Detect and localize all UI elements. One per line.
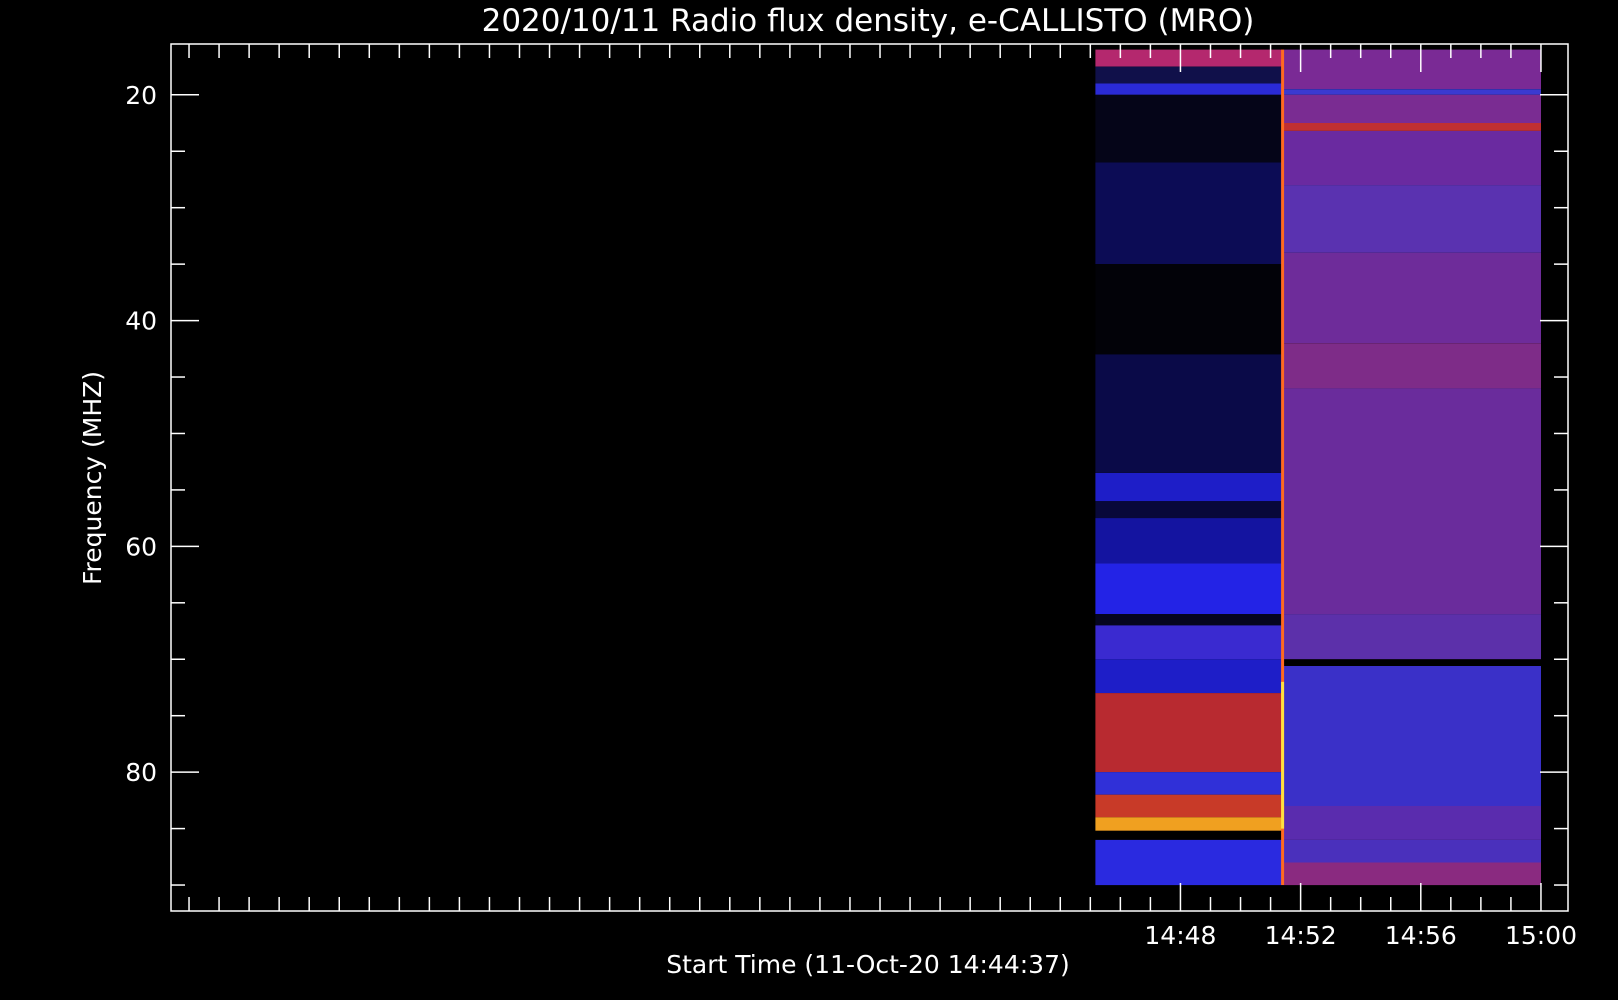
- band-early-9: [1095, 518, 1283, 564]
- chart-title: 2020/10/11 Radio flux density, e-CALLIST…: [482, 3, 1255, 39]
- band-early-18: [1095, 830, 1283, 840]
- band-early-6: [1095, 354, 1283, 473]
- band-early-4: [1095, 162, 1283, 265]
- band-early-1: [1095, 66, 1283, 84]
- band-early-16: [1095, 794, 1283, 818]
- band-early-10: [1095, 563, 1283, 615]
- band-early-7: [1095, 473, 1283, 502]
- band-late-3: [1282, 123, 1541, 131]
- band-early-14: [1095, 693, 1283, 773]
- heatmap-layer: [1095, 49, 1541, 886]
- band-late-6: [1282, 252, 1541, 344]
- band-early-15: [1095, 772, 1283, 795]
- band-early-11: [1095, 614, 1283, 626]
- band-late-12: [1282, 806, 1541, 840]
- band-late-5: [1282, 185, 1541, 253]
- band-late-8: [1282, 388, 1541, 615]
- band-early-2: [1095, 83, 1283, 95]
- band-early-8: [1095, 501, 1283, 519]
- x-tick-label: 15:00: [1505, 921, 1577, 950]
- y-tick-label: 80: [125, 758, 157, 787]
- band-early-17: [1095, 817, 1283, 831]
- band-late-10: [1282, 659, 1541, 667]
- band-late-9: [1282, 614, 1541, 660]
- band-late-7: [1282, 343, 1541, 389]
- y-tick-label: 20: [125, 81, 157, 110]
- band-late-14: [1282, 862, 1541, 886]
- band-early-12: [1095, 625, 1283, 660]
- band-late-11: [1282, 666, 1541, 806]
- band-late-13: [1282, 839, 1541, 863]
- band-late-2: [1282, 94, 1541, 123]
- band-early-19: [1095, 839, 1283, 886]
- x-tick-label: 14:52: [1265, 921, 1337, 950]
- band-early-13: [1095, 659, 1283, 694]
- x-axis-label: Start Time (11-Oct-20 14:44:37): [666, 950, 1069, 979]
- band-early-0: [1095, 49, 1283, 67]
- band-early-5: [1095, 264, 1283, 355]
- y-axis-label: Frequency (MHZ): [78, 371, 107, 585]
- x-tick-label: 14:48: [1144, 921, 1216, 950]
- band-early-3: [1095, 94, 1283, 163]
- y-tick-label: 60: [125, 532, 157, 561]
- y-tick-label: 40: [125, 307, 157, 336]
- spectrogram-chart: 2020/10/11 Radio flux density, e-CALLIST…: [78, 3, 1577, 979]
- band-late-1: [1282, 89, 1541, 95]
- band-late-4: [1282, 130, 1541, 186]
- x-tick-label: 14:56: [1385, 921, 1457, 950]
- band-late-0: [1282, 49, 1541, 90]
